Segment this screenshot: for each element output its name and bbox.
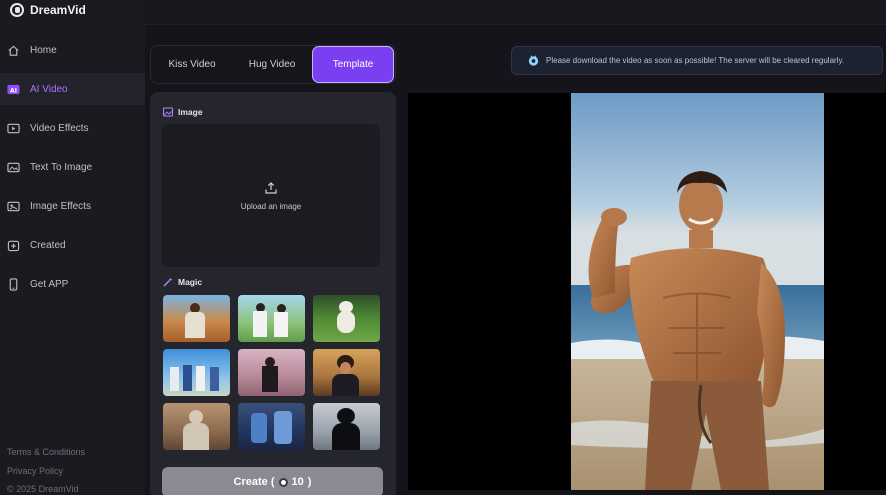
privacy-link[interactable]: Privacy Policy bbox=[7, 462, 85, 481]
sidebar-item-image-effects[interactable]: Image Effects bbox=[0, 190, 145, 222]
magic-section-title: Magic bbox=[163, 277, 202, 287]
terms-link[interactable]: Terms & Conditions bbox=[7, 443, 85, 462]
tab-template[interactable]: Template bbox=[312, 46, 394, 83]
sidebar-item-label: Get APP bbox=[30, 278, 69, 290]
app-name: DreamVid bbox=[30, 3, 86, 17]
template-thumbnail[interactable] bbox=[163, 403, 230, 450]
tab-hug-video[interactable]: Hug Video bbox=[232, 46, 312, 83]
top-bar bbox=[145, 0, 886, 25]
tab-kiss-video[interactable]: Kiss Video bbox=[152, 46, 232, 83]
svg-text:AI: AI bbox=[10, 87, 17, 94]
image-section-label: Image bbox=[178, 107, 203, 117]
sidebar-item-label: Text To Image bbox=[30, 161, 93, 173]
template-thumbnail[interactable] bbox=[313, 403, 380, 450]
sidebar-nav: Home AI AI Video Video Effects Text To I… bbox=[0, 34, 145, 307]
image-effects-icon bbox=[7, 200, 20, 213]
created-icon bbox=[7, 239, 20, 252]
sidebar-item-label: Video Effects bbox=[30, 122, 89, 134]
notice-text: Please download the video as soon as pos… bbox=[546, 56, 845, 65]
sidebar-item-ai-video[interactable]: AI AI Video bbox=[0, 73, 145, 105]
sidebar-item-label: Created bbox=[30, 239, 66, 251]
generator-panel: Image Upload an image Magic Create (10 … bbox=[150, 92, 396, 495]
app-logo[interactable]: DreamVid bbox=[10, 3, 86, 17]
sidebar-item-video-effects[interactable]: Video Effects bbox=[0, 112, 145, 144]
template-thumbnail[interactable] bbox=[313, 295, 380, 342]
template-thumbnail[interactable] bbox=[163, 295, 230, 342]
upload-icon bbox=[265, 181, 277, 194]
preview-video-frame bbox=[571, 93, 824, 490]
image-icon bbox=[163, 107, 173, 117]
sidebar-item-text-to-image[interactable]: Text To Image bbox=[0, 151, 145, 183]
template-thumbnail[interactable] bbox=[163, 349, 230, 396]
sidebar-footer: Terms & Conditions Privacy Policy © 2025… bbox=[7, 443, 85, 495]
notice-bell-icon bbox=[528, 55, 539, 66]
create-button[interactable]: Create ( 10 ) bbox=[162, 467, 383, 495]
template-thumbnail[interactable] bbox=[238, 295, 305, 342]
phone-icon bbox=[7, 277, 20, 291]
sidebar-item-label: Home bbox=[30, 44, 57, 56]
sidebar: DreamVid Home AI AI Video Video Effects … bbox=[0, 0, 145, 495]
template-thumbnail[interactable] bbox=[238, 403, 305, 450]
sidebar-item-label: Image Effects bbox=[30, 200, 91, 212]
video-effects-icon bbox=[7, 122, 20, 135]
download-notice: Please download the video as soon as pos… bbox=[511, 46, 883, 75]
text-to-image-icon bbox=[7, 161, 20, 174]
credit-coin-icon bbox=[278, 477, 288, 487]
create-suffix: ) bbox=[307, 476, 312, 488]
image-section-title: Image bbox=[163, 107, 203, 117]
magic-section-label: Magic bbox=[178, 277, 203, 287]
upload-label: Upload an image bbox=[240, 201, 302, 211]
template-thumbnail[interactable] bbox=[313, 349, 380, 396]
sidebar-item-get-app[interactable]: Get APP bbox=[0, 268, 145, 300]
template-grid bbox=[163, 295, 382, 450]
ai-video-icon: AI bbox=[7, 83, 20, 96]
mode-tabs: Kiss Video Hug Video Template bbox=[150, 45, 396, 84]
magic-wand-icon bbox=[163, 277, 173, 287]
home-icon bbox=[7, 44, 20, 57]
sidebar-item-label: AI Video bbox=[30, 83, 68, 95]
logo-icon bbox=[10, 3, 24, 17]
copyright-text: © 2025 DreamVid bbox=[7, 484, 79, 494]
image-upload-area[interactable]: Upload an image bbox=[162, 124, 380, 267]
create-credits: 10 bbox=[291, 476, 304, 488]
video-preview[interactable] bbox=[408, 93, 886, 490]
sidebar-item-home[interactable]: Home bbox=[0, 34, 145, 66]
create-label: Create ( bbox=[233, 476, 275, 488]
template-thumbnail[interactable] bbox=[238, 349, 305, 396]
sidebar-item-created[interactable]: Created bbox=[0, 229, 145, 261]
preview-image bbox=[571, 93, 824, 490]
